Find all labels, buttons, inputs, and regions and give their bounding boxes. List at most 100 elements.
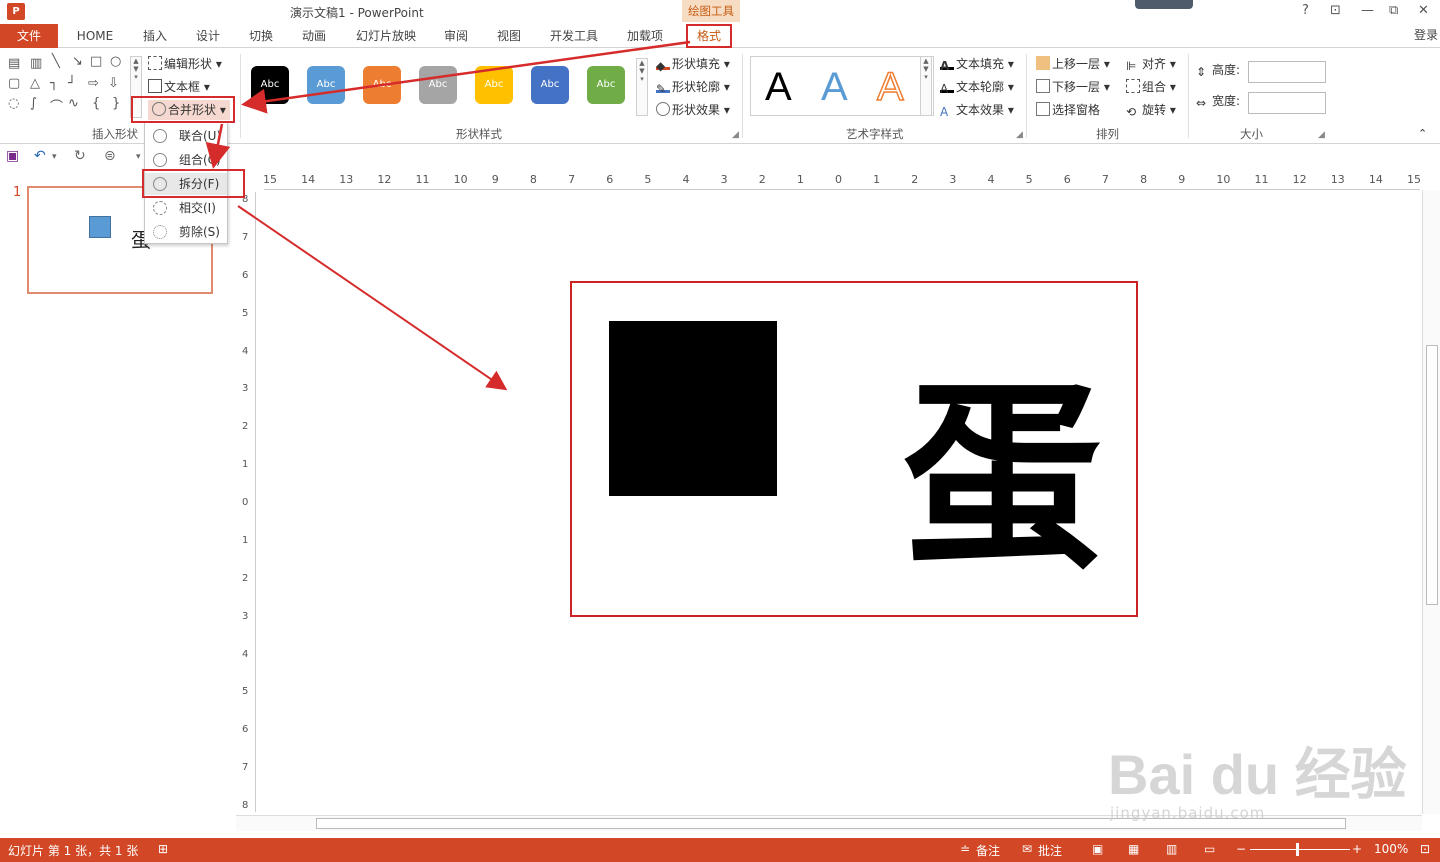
- selection-pane-button[interactable]: 选择窗格: [1036, 100, 1100, 120]
- shapes-gallery[interactable]: ▤ ▥ ╲ ↘ □ ○ ▢ △ ┐ ┘ ⇨ ⇩ ◌ ∫ ⌒ ∿ { }: [6, 54, 130, 120]
- tab-slideshow[interactable]: 幻灯片放映: [350, 24, 422, 48]
- arc-icon[interactable]: ⌒: [50, 96, 63, 115]
- line-shape-icon[interactable]: ╲: [52, 54, 60, 69]
- zoom-slider-thumb[interactable]: [1296, 843, 1299, 856]
- fit-to-window-icon[interactable]: ⊡: [1420, 842, 1430, 856]
- tab-insert[interactable]: 插入: [135, 24, 175, 48]
- shape-style-swatch[interactable]: Abc: [531, 66, 569, 104]
- elbow-connector-icon[interactable]: ┘: [68, 76, 76, 91]
- slide[interactable]: 蛋: [570, 281, 1138, 617]
- tab-file[interactable]: 文件: [0, 24, 58, 48]
- rotate-button[interactable]: ⟲ 旋转 ▾: [1126, 100, 1176, 120]
- character-shape[interactable]: 蛋: [902, 378, 1102, 578]
- scribble-icon[interactable]: ∫: [30, 96, 37, 111]
- wordart-dialog-launcher-icon[interactable]: ◢: [1016, 130, 1023, 140]
- text-effects-button[interactable]: A 文本效果 ▾: [940, 100, 1014, 120]
- minimize-button[interactable]: —: [1361, 3, 1374, 18]
- undo-icon[interactable]: ↶: [34, 148, 46, 164]
- shape-style-swatch[interactable]: Abc: [251, 66, 289, 104]
- group-button[interactable]: 组合 ▾: [1126, 77, 1176, 97]
- text-fill-button[interactable]: A 文本填充 ▾: [940, 54, 1014, 74]
- undo-dropdown-icon[interactable]: ▾: [52, 152, 57, 162]
- align-button[interactable]: ⊫ 对齐 ▾: [1126, 54, 1176, 74]
- wordart-blue[interactable]: A: [821, 67, 848, 107]
- login-link[interactable]: 登录: [1414, 26, 1438, 43]
- rectangle-shape-icon[interactable]: □: [90, 54, 102, 69]
- zoom-out-icon[interactable]: −: [1236, 842, 1246, 856]
- collapse-ribbon-icon[interactable]: ⌃: [1418, 124, 1427, 144]
- wordart-gallery[interactable]: A A A: [750, 56, 934, 116]
- shape-styles-dialog-launcher-icon[interactable]: ◢: [732, 130, 739, 140]
- reading-view-icon[interactable]: ▥: [1166, 842, 1177, 856]
- slideshow-view-icon[interactable]: ▭: [1204, 842, 1215, 856]
- shape-outline-button[interactable]: ✎ 形状轮廓 ▾: [656, 77, 730, 97]
- shape-style-swatch[interactable]: Abc: [587, 66, 625, 104]
- text-outline-button[interactable]: A 文本轮廓 ▾: [940, 77, 1014, 97]
- slide-sorter-icon[interactable]: ▦: [1128, 842, 1139, 856]
- shape-fill-button[interactable]: ◆ 形状填充 ▾: [656, 54, 730, 74]
- wordart-gallery-scroll[interactable]: ▲ ▼ ▾: [920, 56, 932, 116]
- menu-item-label: 剪除(S): [179, 225, 220, 239]
- tab-view[interactable]: 视图: [489, 24, 529, 48]
- bring-forward-button[interactable]: 上移一层 ▾: [1036, 54, 1110, 74]
- rounded-rect-icon[interactable]: ▢: [8, 76, 20, 91]
- save-icon[interactable]: ▣: [6, 148, 19, 164]
- brace-left-icon[interactable]: {: [92, 96, 100, 111]
- spellcheck-icon[interactable]: ⊞: [158, 842, 168, 856]
- wordart-orange-outline[interactable]: A: [876, 66, 904, 108]
- wordart-black[interactable]: A: [765, 67, 792, 107]
- menu-item-combine[interactable]: 组合(C): [145, 149, 227, 171]
- tab-home[interactable]: HOME: [70, 24, 120, 48]
- tab-animations[interactable]: 动画: [294, 24, 334, 48]
- notes-button[interactable]: 备注: [976, 842, 1000, 859]
- down-arrow-shape-icon[interactable]: ⇩: [108, 76, 119, 91]
- tab-transitions[interactable]: 切换: [241, 24, 281, 48]
- comments-icon[interactable]: ✉: [1022, 842, 1032, 856]
- brace-right-icon[interactable]: }: [112, 96, 120, 111]
- shape-effects-button[interactable]: 形状效果 ▾: [656, 100, 730, 120]
- customize-qat-icon[interactable]: ▾: [136, 152, 141, 162]
- triangle-shape-icon[interactable]: △: [30, 76, 40, 91]
- curve-icon[interactable]: ∿: [68, 96, 79, 111]
- start-slideshow-icon[interactable]: ⊜: [104, 148, 116, 164]
- help-icon[interactable]: ?: [1302, 3, 1309, 18]
- vertical-scroll-thumb[interactable]: [1426, 345, 1438, 605]
- menu-item-intersect[interactable]: 相交(I): [145, 197, 227, 219]
- freeform-icon[interactable]: ◌: [8, 96, 19, 111]
- send-backward-button[interactable]: 下移一层 ▾: [1036, 77, 1110, 97]
- tab-review[interactable]: 审阅: [436, 24, 476, 48]
- zoom-slider[interactable]: [1250, 849, 1350, 850]
- right-arrow-shape-icon[interactable]: ⇨: [88, 76, 99, 91]
- textbox-shape-icon[interactable]: ▤: [8, 56, 20, 71]
- ribbon-display-options-icon[interactable]: ⊡: [1330, 3, 1341, 18]
- vertical-textbox-icon[interactable]: ▥: [30, 56, 42, 71]
- text-box-button[interactable]: 文本框 ▾: [148, 77, 210, 97]
- menu-item-union[interactable]: 联合(U): [145, 125, 227, 147]
- width-input[interactable]: [1248, 92, 1326, 114]
- tab-design[interactable]: 设计: [188, 24, 228, 48]
- zoom-in-icon[interactable]: +: [1352, 842, 1362, 856]
- normal-view-icon[interactable]: ▣: [1092, 842, 1103, 856]
- shape-style-swatch[interactable]: Abc: [307, 66, 345, 104]
- notes-icon[interactable]: ≐: [960, 842, 970, 856]
- shape-style-swatch[interactable]: Abc: [419, 66, 457, 104]
- style-gallery-scroll[interactable]: ▲ ▼ ▾: [636, 58, 648, 116]
- size-dialog-launcher-icon[interactable]: ◢: [1318, 130, 1325, 140]
- tab-addins[interactable]: 加载项: [620, 24, 670, 48]
- close-button[interactable]: ✕: [1418, 3, 1429, 18]
- menu-item-subtract[interactable]: 剪除(S): [145, 221, 227, 243]
- comments-button[interactable]: 批注: [1038, 842, 1062, 859]
- maximize-button[interactable]: ⧉: [1389, 3, 1398, 18]
- zoom-level[interactable]: 100%: [1374, 842, 1408, 856]
- tab-format[interactable]: 格式: [686, 24, 732, 48]
- height-input[interactable]: [1248, 61, 1326, 83]
- black-square-shape[interactable]: [609, 321, 777, 496]
- shape-style-swatch[interactable]: Abc: [475, 66, 513, 104]
- shape-style-swatch[interactable]: Abc: [363, 66, 401, 104]
- arrow-line-icon[interactable]: ↘: [72, 54, 83, 69]
- edit-shape-button[interactable]: 编辑形状 ▾: [148, 54, 222, 74]
- connector-icon[interactable]: ┐: [50, 76, 58, 91]
- redo-icon[interactable]: ↻: [74, 148, 86, 164]
- oval-shape-icon[interactable]: ○: [110, 54, 121, 69]
- tab-developer[interactable]: 开发工具: [545, 24, 603, 48]
